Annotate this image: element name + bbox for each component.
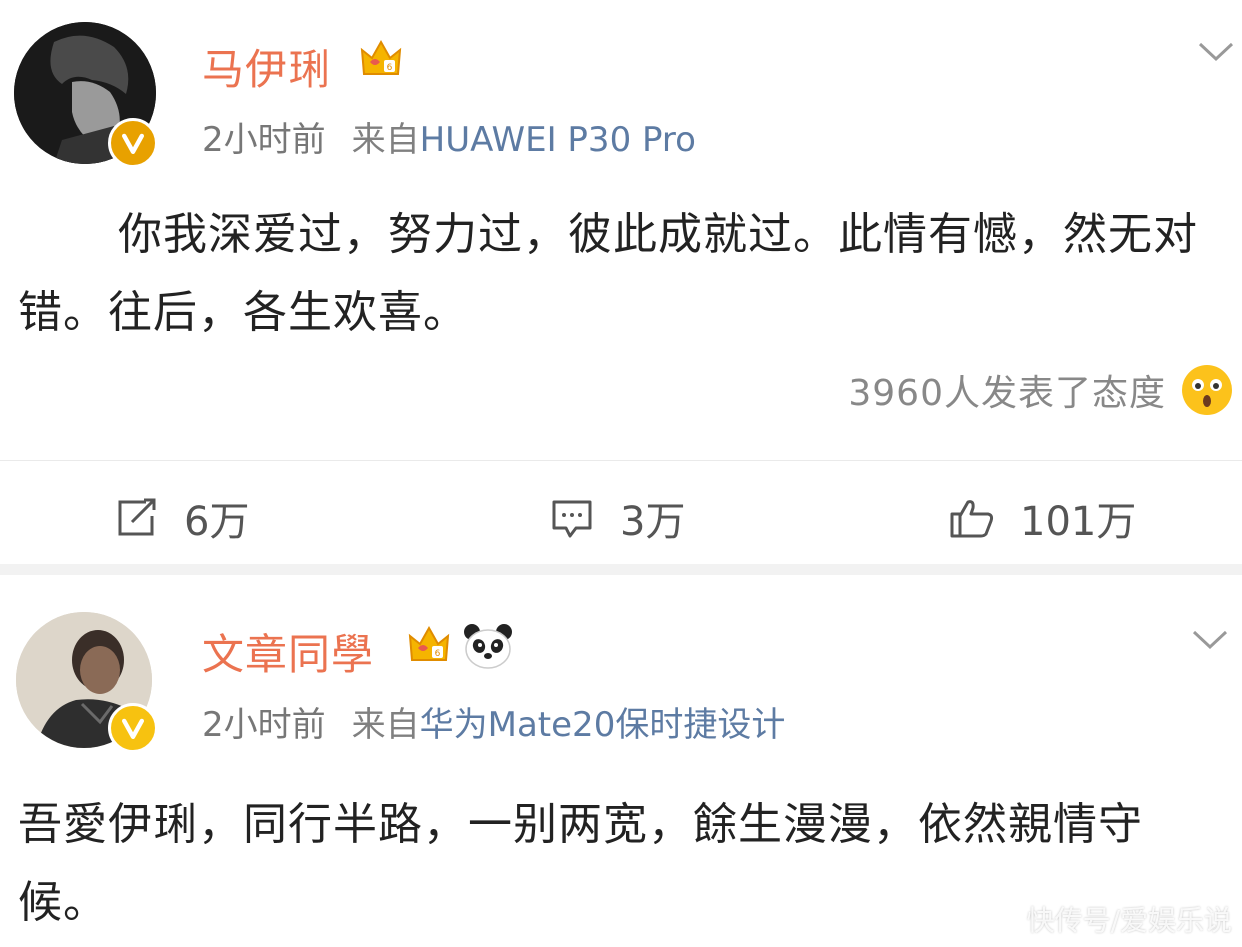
like-button[interactable]: 101万: [948, 490, 1136, 546]
source-device[interactable]: HUAWEI P30 Pro: [420, 120, 696, 160]
verified-badge-icon: [108, 118, 158, 168]
surprised-emoji-icon: [1182, 365, 1232, 415]
post-time: 2小时前: [202, 120, 326, 160]
post-content: 你我深爱过，努力过，彼此成就过。此情有憾，然无对错。往后，各生欢喜。: [18, 209, 1198, 338]
chevron-down-icon[interactable]: [1190, 628, 1230, 652]
weibo-post: 马伊琍 6 2小时前 来自HUAWEI P30 Pro 你我深爱过，努力过，彼此成…: [0, 0, 1242, 564]
like-count: 101万: [1020, 499, 1137, 545]
repost-icon: [118, 498, 156, 536]
repost-button[interactable]: 6万: [112, 490, 249, 546]
comment-button[interactable]: 3万: [548, 490, 685, 546]
divider: [0, 460, 1242, 461]
username[interactable]: 文章同學: [202, 621, 374, 682]
member-crown-icon: 6: [408, 625, 450, 661]
comment-icon: [552, 500, 592, 538]
post-separator: [0, 564, 1242, 575]
comment-count: 3万: [620, 499, 686, 545]
chevron-down-icon[interactable]: [1196, 40, 1236, 64]
reactions-text: 3960人发表了态度: [848, 373, 1166, 414]
watermark: 快传号/爱娱乐说: [1026, 904, 1232, 937]
reactions-summary[interactable]: 3960人发表了态度: [848, 362, 1234, 418]
source-prefix: 来自: [351, 705, 420, 745]
panda-icon: [464, 624, 512, 669]
username[interactable]: 马伊琍: [202, 36, 331, 97]
post-meta: 2小时前 来自华为Mate20保时捷设计: [202, 697, 785, 746]
repost-count: 6万: [184, 499, 250, 545]
post-meta: 2小时前 来自HUAWEI P30 Pro: [202, 112, 696, 161]
post-time: 2小时前: [202, 705, 326, 745]
thumbs-up-icon: [950, 500, 994, 538]
svg-text:6: 6: [387, 63, 393, 73]
source-prefix: 来自: [351, 120, 420, 160]
member-crown-icon: 6: [360, 39, 402, 75]
svg-text:6: 6: [435, 649, 441, 659]
source-device[interactable]: 华为Mate20保时捷设计: [420, 705, 786, 745]
